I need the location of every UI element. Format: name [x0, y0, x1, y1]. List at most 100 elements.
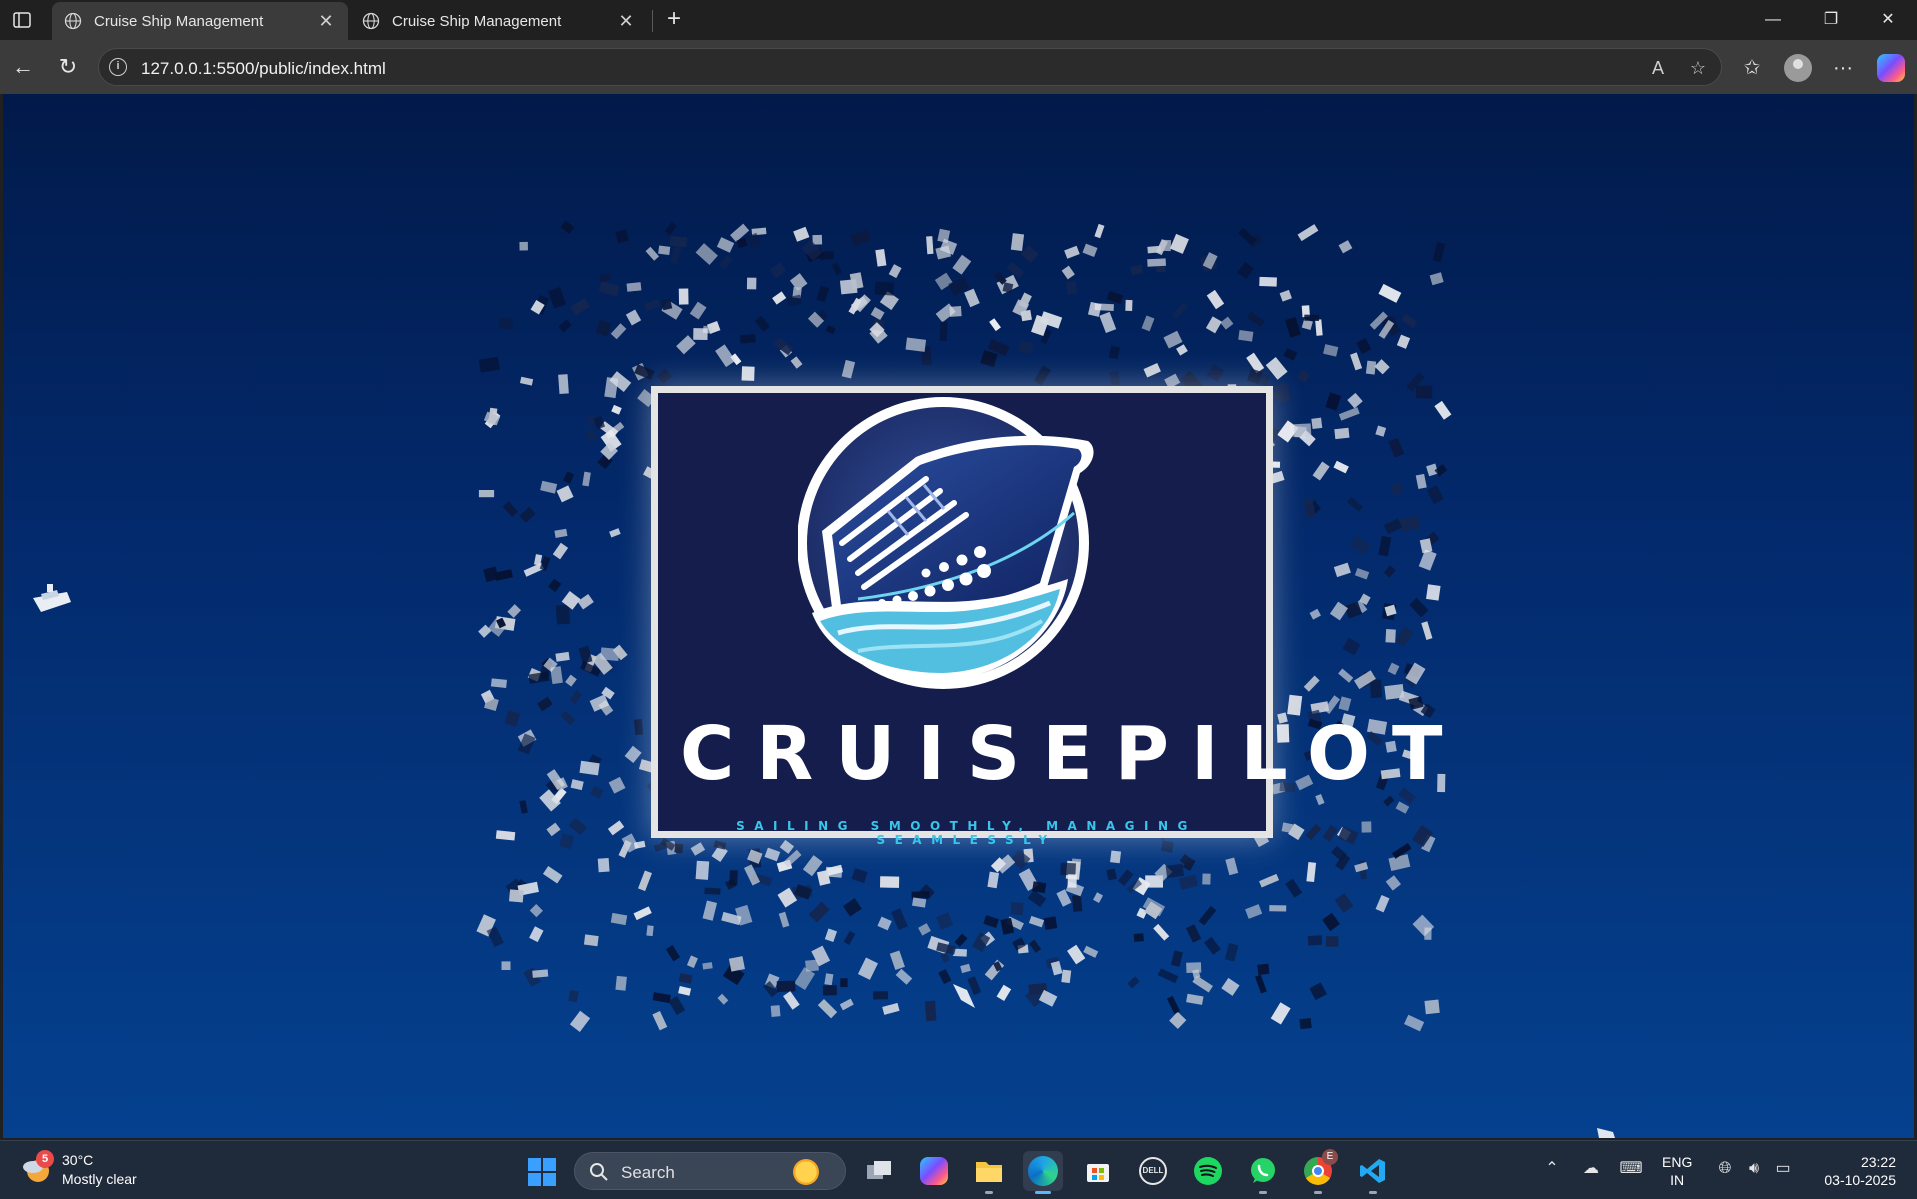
- task-view-icon[interactable]: [859, 1151, 899, 1191]
- favorite-star-icon[interactable]: ☆: [1687, 57, 1709, 79]
- confetti-piece: [880, 876, 900, 888]
- back-button[interactable]: ←: [8, 52, 38, 82]
- confetti-piece: [689, 301, 707, 320]
- close-tab-icon[interactable]: ✕: [316, 11, 336, 31]
- confetti-piece: [1333, 460, 1349, 474]
- tab-cruise-ship-management-2[interactable]: Cruise Ship Management ✕: [350, 2, 648, 40]
- address-bar[interactable]: i 127.0.0.1:5500/public/index.html A ☆: [98, 48, 1722, 86]
- confetti-piece: [1099, 311, 1117, 334]
- search-label: Search: [621, 1163, 675, 1182]
- confetti-piece: [783, 849, 802, 868]
- confetti-piece: [1426, 485, 1445, 505]
- whatsapp-icon[interactable]: [1243, 1151, 1283, 1194]
- confetti-piece: [702, 962, 713, 970]
- url-text[interactable]: 127.0.0.1:5500/public/index.html: [141, 59, 386, 79]
- search-icon: [590, 1163, 608, 1181]
- confetti-piece: [1378, 283, 1402, 303]
- confetti-piece: [607, 820, 625, 836]
- confetti-piece: [615, 229, 629, 244]
- dell-app-icon[interactable]: DELL: [1133, 1151, 1173, 1191]
- confetti-piece: [670, 245, 682, 264]
- weather-temperature[interactable]: 30°C: [62, 1152, 93, 1168]
- confetti-piece: [895, 968, 913, 985]
- file-explorer-icon[interactable]: [969, 1151, 1009, 1194]
- read-aloud-icon[interactable]: A: [1647, 57, 1669, 79]
- vscode-icon[interactable]: [1353, 1151, 1393, 1194]
- language-indicator[interactable]: ENG IN: [1662, 1153, 1692, 1189]
- confetti-piece: [1385, 875, 1402, 891]
- confetti-piece: [936, 912, 954, 930]
- confetti-piece: [1369, 679, 1383, 699]
- chrome-icon[interactable]: E: [1298, 1149, 1338, 1194]
- restore-button[interactable]: ❐: [1811, 6, 1851, 34]
- page-viewport: CRUISEPILOT SAILING SMOOTHLY, MANAGING S…: [3, 94, 1914, 1138]
- confetti-piece: [717, 993, 729, 1005]
- confetti-piece: [598, 281, 620, 297]
- confetti-piece: [537, 696, 553, 712]
- confetti-piece: [1388, 437, 1405, 458]
- confetti-piece: [1347, 392, 1363, 409]
- confetti-piece: [926, 236, 934, 255]
- confetti-piece: [597, 857, 610, 873]
- confetti-piece: [1087, 301, 1102, 317]
- site-info-icon[interactable]: i: [109, 58, 127, 76]
- confetti-piece: [1322, 824, 1338, 842]
- windows-start-icon[interactable]: [527, 1157, 557, 1187]
- confetti-piece: [1387, 662, 1400, 675]
- minimize-button[interactable]: —: [1753, 6, 1793, 34]
- confetti-piece: [1396, 334, 1411, 349]
- confetti-piece: [770, 1005, 781, 1017]
- copilot-app-icon[interactable]: [914, 1151, 954, 1191]
- confetti-piece: [519, 800, 528, 814]
- confetti-piece: [1141, 315, 1155, 332]
- confetti-piece: [1169, 1011, 1187, 1030]
- confetti-piece: [519, 506, 536, 523]
- confetti-piece: [1338, 696, 1352, 712]
- spotify-icon[interactable]: [1188, 1151, 1228, 1191]
- confetti-piece: [1395, 801, 1410, 814]
- confetti-piece: [1346, 496, 1364, 512]
- keyboard-icon[interactable]: ⌨: [1618, 1155, 1644, 1183]
- confetti-piece: [1375, 895, 1390, 913]
- system-clock[interactable]: 23:22 03-10-2025: [1810, 1153, 1896, 1189]
- network-globe-icon[interactable]: 🌐︎: [1712, 1155, 1738, 1183]
- confetti-piece: [1130, 264, 1144, 276]
- taskbar-search[interactable]: Search: [574, 1152, 846, 1190]
- confetti-piece: [558, 319, 572, 333]
- close-tab-icon[interactable]: ✕: [616, 11, 636, 31]
- confetti-piece: [693, 328, 708, 341]
- confetti-piece: [851, 868, 868, 883]
- confetti-piece: [1334, 427, 1350, 440]
- onedrive-cloud-icon[interactable]: ☁: [1578, 1155, 1604, 1183]
- confetti-piece: [716, 237, 735, 253]
- close-window-button[interactable]: ✕: [1868, 6, 1908, 34]
- confetti-piece: [1220, 316, 1234, 330]
- sidebar-toggle-icon[interactable]: [12, 10, 32, 30]
- show-hidden-icons-chevron-icon[interactable]: ⌃: [1539, 1155, 1565, 1183]
- battery-icon[interactable]: ▭: [1770, 1155, 1796, 1183]
- confetti-piece: [582, 471, 591, 487]
- confetti-piece: [1383, 565, 1396, 578]
- confetti-piece: [615, 975, 627, 991]
- confetti-piece: [478, 624, 492, 638]
- volume-icon[interactable]: 🔊︎: [1741, 1155, 1767, 1183]
- tab-cruise-ship-management-1[interactable]: Cruise Ship Management ✕: [52, 2, 348, 40]
- confetti-piece: [1374, 359, 1390, 375]
- copilot-icon[interactable]: [1877, 54, 1905, 82]
- edge-browser-icon[interactable]: [1023, 1151, 1063, 1194]
- favorites-icon[interactable]: ✩: [1738, 54, 1766, 82]
- more-menu-icon[interactable]: ···: [1829, 54, 1857, 82]
- refresh-button[interactable]: ↻: [53, 52, 83, 82]
- confetti-piece: [1415, 473, 1427, 489]
- confetti-piece: [1133, 933, 1144, 942]
- confetti-piece: [1325, 392, 1342, 411]
- microsoft-store-icon[interactable]: [1078, 1151, 1118, 1191]
- new-tab-button[interactable]: +: [661, 6, 687, 32]
- confetti-piece: [645, 246, 660, 261]
- profile-avatar[interactable]: [1784, 54, 1812, 82]
- confetti-piece: [1020, 245, 1039, 264]
- confetti-piece: [824, 928, 838, 943]
- confetti-piece: [502, 501, 519, 517]
- weather-description[interactable]: Mostly clear: [62, 1171, 137, 1187]
- confetti-piece: [783, 991, 800, 1010]
